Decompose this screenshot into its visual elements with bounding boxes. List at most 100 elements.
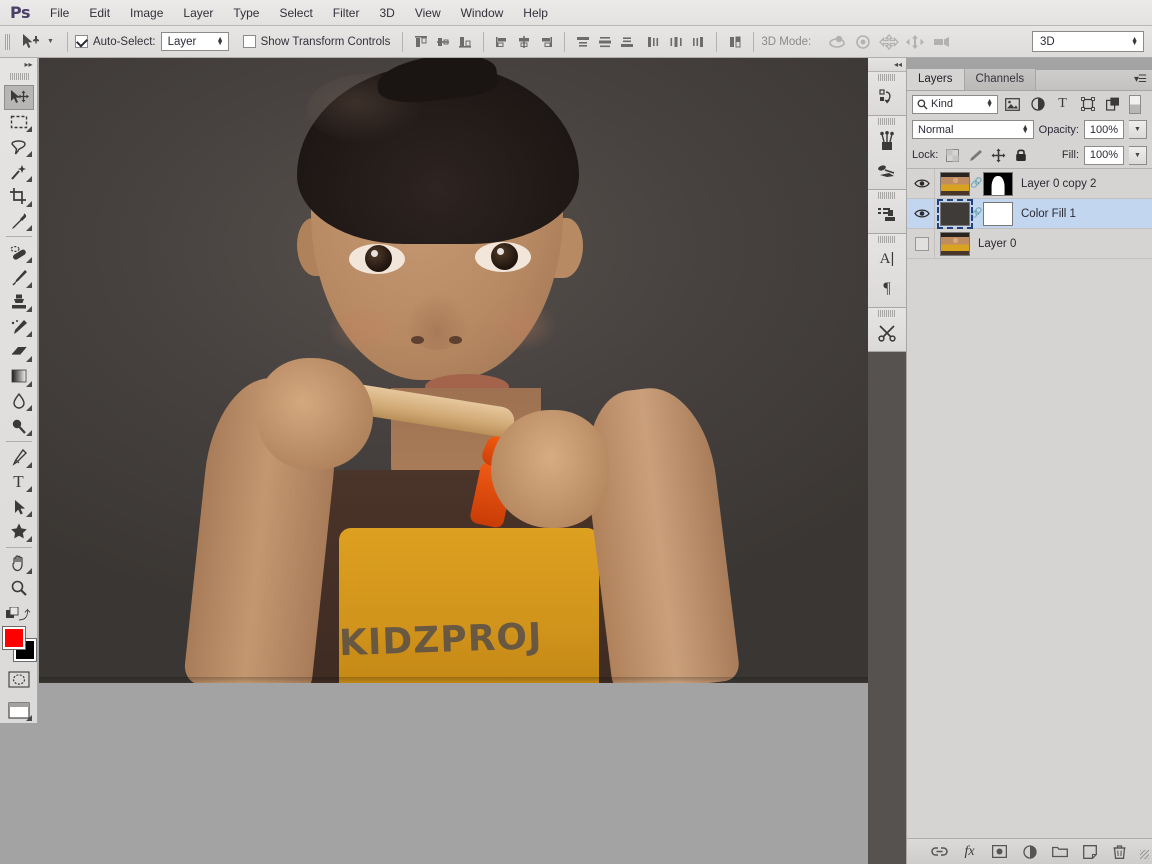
fill-value-field[interactable]: 100% [1084,145,1124,165]
menu-filter[interactable]: Filter [323,0,370,26]
filter-toggle-switch[interactable] [1129,94,1141,114]
screen-mode-button[interactable] [4,698,34,723]
tool-magic-wand[interactable] [4,159,34,184]
tool-preset-caret-icon[interactable]: ▼ [47,38,54,45]
dock-grip[interactable] [868,116,906,126]
document-canvas[interactable]: KIDZPROJ [39,58,906,683]
dock-grip[interactable] [868,234,906,244]
swap-colors-icon[interactable]: ⤴ [18,606,30,623]
layer-thumbnail[interactable] [940,231,970,256]
tool-eyedropper[interactable] [4,209,34,234]
character-panel-button[interactable]: A| [868,244,906,274]
history-panel-button[interactable] [868,82,906,112]
tab-layers[interactable]: Layers [907,69,965,90]
paragraph-panel-button[interactable]: ¶ [868,274,906,304]
layer-mask-link-icon[interactable]: 🔗 [970,178,983,189]
distribute-left-edges-button[interactable] [643,31,665,53]
tool-hand[interactable] [4,551,34,576]
lock-transparent-pixels-button[interactable] [943,146,961,164]
filter-shape-layers-button[interactable] [1077,94,1098,114]
tool-dodge[interactable] [4,413,34,438]
collapse-to-icons-button[interactable]: ▸▸ [0,58,38,71]
menu-3d[interactable]: 3D [369,0,404,26]
layer-filter-kind-dropdown[interactable]: Kind ▲ ▼ [912,94,998,114]
filter-adjustment-layers-button[interactable] [1027,94,1048,114]
filter-type-layers-button[interactable]: T [1052,94,1073,114]
tool-eraser[interactable] [4,339,34,364]
dock-grip[interactable] [868,72,906,82]
distribute-vertical-centers-button[interactable] [594,31,616,53]
layer-thumbnail[interactable] [937,198,973,229]
layer-style-button[interactable]: fx [961,843,978,860]
scale-3d-object-button[interactable] [928,31,954,53]
toolbar-grip[interactable] [8,72,29,81]
distribute-top-edges-button[interactable] [572,31,594,53]
menu-edit[interactable]: Edit [79,0,120,26]
dock-grip[interactable] [868,308,906,318]
align-vertical-centers-button[interactable] [432,31,454,53]
tool-move[interactable] [3,84,34,110]
auto-select-scope-dropdown[interactable]: Layer ▲ ▼ [160,32,229,51]
add-layer-mask-button[interactable] [991,843,1008,860]
tool-blur[interactable] [4,389,34,414]
tool-zoom[interactable] [4,576,34,601]
slide-3d-object-button[interactable] [902,31,928,53]
tab-channels[interactable]: Channels [964,69,1037,90]
new-fill-adjustment-button[interactable] [1021,843,1038,860]
layer-visibility-toggle[interactable] [909,228,935,259]
tool-spot-healing-brush[interactable] [4,240,34,265]
pan-3d-object-button[interactable] [876,31,902,53]
distribute-bottom-edges-button[interactable] [616,31,638,53]
menu-image[interactable]: Image [120,0,173,26]
fill-slider-button[interactable]: ▼ [1129,145,1147,165]
canvas-area[interactable]: KIDZPROJ [39,58,906,864]
layer-mask-link-icon[interactable]: 🔗 [970,208,983,219]
panel-resize-grip[interactable] [1140,850,1149,859]
current-tool-icon[interactable] [16,30,46,54]
dock-grip[interactable] [868,190,906,200]
align-bottom-edges-button[interactable] [454,31,476,53]
actions-panel-button[interactable] [868,318,906,348]
layer-name[interactable]: Color Fill 1 [1021,208,1076,220]
align-top-edges-button[interactable] [410,31,432,53]
menu-layer[interactable]: Layer [173,0,223,26]
table-row[interactable]: 🔗 Color Fill 1 [907,198,1152,229]
link-layers-button[interactable] [931,843,948,860]
align-horizontal-centers-button[interactable] [513,31,535,53]
options-bar-grip[interactable] [4,30,11,53]
layer-mask-thumbnail[interactable] [983,201,1013,226]
table-row[interactable]: Layer 0 [907,228,1152,259]
layer-mask-thumbnail[interactable] [983,171,1013,196]
lock-image-pixels-button[interactable] [966,146,984,164]
tool-lasso[interactable] [4,134,34,159]
auto-select-checkbox[interactable] [74,35,88,48]
new-group-button[interactable] [1051,843,1068,860]
layer-thumbnail[interactable] [940,171,970,196]
opacity-slider-button[interactable]: ▼ [1129,120,1147,139]
tool-clone-stamp[interactable] [4,290,34,315]
menu-view[interactable]: View [405,0,451,26]
expand-panels-button[interactable]: ◂◂ [868,58,906,72]
align-left-edges-button[interactable] [491,31,513,53]
roll-3d-object-button[interactable] [850,31,876,53]
tool-path-selection[interactable] [4,494,34,519]
new-layer-button[interactable] [1081,843,1098,860]
menu-window[interactable]: Window [451,0,514,26]
lock-all-button[interactable] [1012,146,1030,164]
tool-crop[interactable] [4,184,34,209]
layers-list[interactable]: 🔗 Layer 0 copy 2 🔗 Color Fill 1 Layer 0 [907,168,1152,838]
layer-name[interactable]: Layer 0 [978,238,1016,250]
tool-custom-shape[interactable] [4,519,34,544]
filter-smart-object-button[interactable] [1102,94,1123,114]
menu-file[interactable]: File [40,0,79,26]
panel-menu-icon[interactable]: ▾☰ [1134,74,1147,85]
layer-visibility-toggle[interactable] [909,169,935,199]
tool-presets-panel-button[interactable] [868,156,906,186]
blend-mode-dropdown[interactable]: Normal ▲ ▼ [912,120,1034,139]
tool-brush[interactable] [4,265,34,290]
adjustments-panel-button[interactable] [868,200,906,230]
show-transform-controls-checkbox[interactable] [242,35,256,48]
tool-history-brush[interactable] [4,314,34,339]
tool-pen[interactable] [4,445,34,470]
menu-type[interactable]: Type [223,0,269,26]
